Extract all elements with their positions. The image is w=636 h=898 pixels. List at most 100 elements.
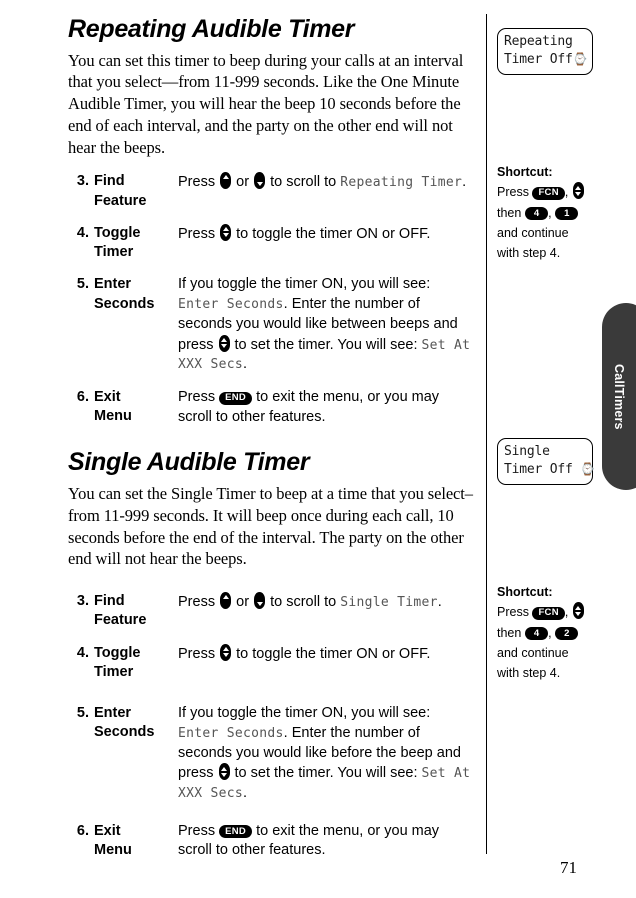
step-item: 3. Find Feature Press or to scroll to Si… (68, 592, 474, 631)
step-text: . (437, 594, 442, 611)
lcd-line-1: Repeating (504, 34, 573, 49)
step-label-line1: Enter (94, 705, 132, 722)
shortcut-then-line: then 4, 1 (497, 203, 617, 223)
steps-list-single: 3. Find Feature Press or to scroll to Si… (68, 592, 474, 861)
step-text: or (236, 594, 250, 611)
step-number: 3. (76, 173, 89, 190)
shortcut-heading: Shortcut: (497, 582, 617, 602)
step-body: Press or to scroll to Repeating Timer. (178, 172, 474, 193)
select-key-icon (218, 334, 230, 352)
step-label-line2: Seconds (94, 295, 155, 312)
step-label: Exit Menu (94, 388, 178, 427)
section-title-repeating: Repeating Audible Timer (68, 15, 355, 43)
clock-icon: ⌚ (580, 462, 596, 477)
shortcut-tail-1: and continue (497, 225, 569, 240)
page-number: 71 (560, 858, 577, 877)
step-label-line1: Toggle (94, 644, 141, 661)
step-item: 4. Toggle Timer Press to toggle the time… (68, 643, 474, 683)
lcd-inline-text: Single Timer (340, 595, 438, 611)
shortcut-tail-2: with step 4. (497, 246, 561, 260)
step-text: or (236, 174, 250, 191)
step-text: to exit the menu, or you may scroll to o… (178, 822, 440, 859)
lcd-line-2: Timer Off ⌚ (504, 461, 595, 479)
column-divider (486, 14, 487, 854)
numeric-key-4-icon: 4 (524, 627, 549, 640)
shortcut-tail-1: and continue (497, 645, 569, 660)
step-number: 4. (76, 224, 89, 241)
step-body: If you toggle the timer ON, you will see… (178, 275, 474, 375)
lcd-line-2: Timer Off⌚ (504, 51, 588, 69)
section-intro-repeating: You can set this timer to beep during yo… (68, 50, 464, 157)
end-key-icon: END (219, 825, 253, 839)
step-label: Enter Seconds (94, 275, 178, 314)
step-item: 4. Toggle Timer Press to toggle the time… (68, 223, 474, 263)
scroll-up-key-icon (220, 172, 232, 190)
steps-list-repeating: 3. Find Feature Press or to scroll to Re… (68, 172, 474, 427)
step-body: Press or to scroll to Single Timer. (178, 592, 474, 613)
section-intro-single: You can set the Single Timer to beep at … (68, 483, 473, 569)
numeric-key-1-icon: 1 (555, 207, 579, 220)
step-text: If you toggle the timer ON, you will see… (178, 276, 431, 293)
manual-page: Repeating Audible Timer You can set this… (0, 0, 636, 898)
step-text: Press (178, 389, 216, 406)
scroll-up-key-icon (220, 592, 232, 610)
select-key-icon (220, 643, 232, 661)
step-label-line2: Menu (94, 842, 132, 859)
step-text: Press (178, 225, 216, 242)
step-label: Toggle Timer (94, 644, 178, 683)
step-label-line2: Feature (94, 612, 147, 629)
select-key-icon (220, 223, 232, 241)
step-label-line1: Exit (94, 822, 121, 839)
step-label-line2: Feature (94, 192, 147, 209)
step-label: Exit Menu (94, 822, 178, 861)
end-key-icon: END (219, 391, 253, 405)
lcd-inline-text: Enter Seconds (178, 725, 284, 741)
step-text: to exit the menu, or you may scroll to o… (178, 389, 440, 425)
main-content-column: Repeating Audible Timer You can set this… (68, 15, 474, 874)
lcd-line-2-text: Timer Off (504, 462, 573, 478)
shortcut-block-repeating: Shortcut: Press FCN, then 4, 1 and conti… (497, 162, 617, 263)
shortcut-press-label: Press (497, 185, 529, 200)
step-number: 4. (76, 644, 89, 661)
select-key-icon (572, 602, 584, 620)
step-text: Press (178, 174, 216, 191)
step-body: If you toggle the timer ON, you will see… (178, 704, 474, 804)
shortcut-heading-text: Shortcut: (497, 585, 553, 599)
step-text: to set the timer. You will see: (234, 336, 418, 353)
step-text: to scroll to (270, 174, 337, 191)
step-number: 5. (76, 705, 89, 722)
step-item: 6. Exit Menu Press END to exit the menu,… (68, 822, 474, 861)
shortcut-press-line: Press FCN, (497, 602, 617, 622)
step-text: . (462, 174, 467, 191)
step-text: Press (178, 822, 216, 839)
lcd-inline-text: Repeating Timer (340, 175, 463, 191)
shortcut-then-line: then 4, 2 (497, 623, 617, 643)
shortcut-then-label: then (497, 205, 522, 220)
step-item: 5. Enter Seconds If you toggle the timer… (68, 704, 474, 804)
step-label: Find Feature (94, 592, 178, 631)
step-label: Toggle Timer (94, 224, 178, 263)
shortcut-then-label: then (497, 625, 522, 640)
scroll-down-key-icon (254, 172, 266, 190)
shortcut-heading: Shortcut: (497, 162, 617, 182)
fcn-key-icon: FCN (532, 606, 565, 620)
lcd-line-1: Single (504, 444, 550, 459)
step-body: Press to toggle the timer ON or OFF. (178, 643, 474, 665)
step-text: If you toggle the timer ON, you will see… (178, 705, 431, 722)
step-text: to toggle the timer ON or OFF. (236, 645, 431, 662)
numeric-key-2-icon: 2 (555, 627, 579, 640)
step-label-line2: Menu (94, 408, 132, 425)
lcd-display-single: Single Timer Off ⌚ (497, 438, 595, 485)
step-text: to toggle the timer ON or OFF. (236, 225, 431, 242)
step-item: 6. Exit Menu Press END to exit the menu,… (68, 388, 474, 427)
clock-icon: ⌚ (572, 52, 588, 67)
step-text: to set the timer. You will see: (234, 765, 418, 782)
shortcut-tail-2: with step 4. (497, 666, 561, 680)
step-item: 5. Enter Seconds If you toggle the timer… (68, 275, 474, 375)
step-text: to scroll to (270, 594, 337, 611)
step-text: Press (178, 645, 216, 662)
shortcut-press-label: Press (497, 605, 529, 620)
lcd-display-repeating: Repeating Timer Off⌚ (497, 28, 593, 75)
step-number: 6. (76, 389, 89, 406)
step-label: Enter Seconds (94, 704, 178, 743)
